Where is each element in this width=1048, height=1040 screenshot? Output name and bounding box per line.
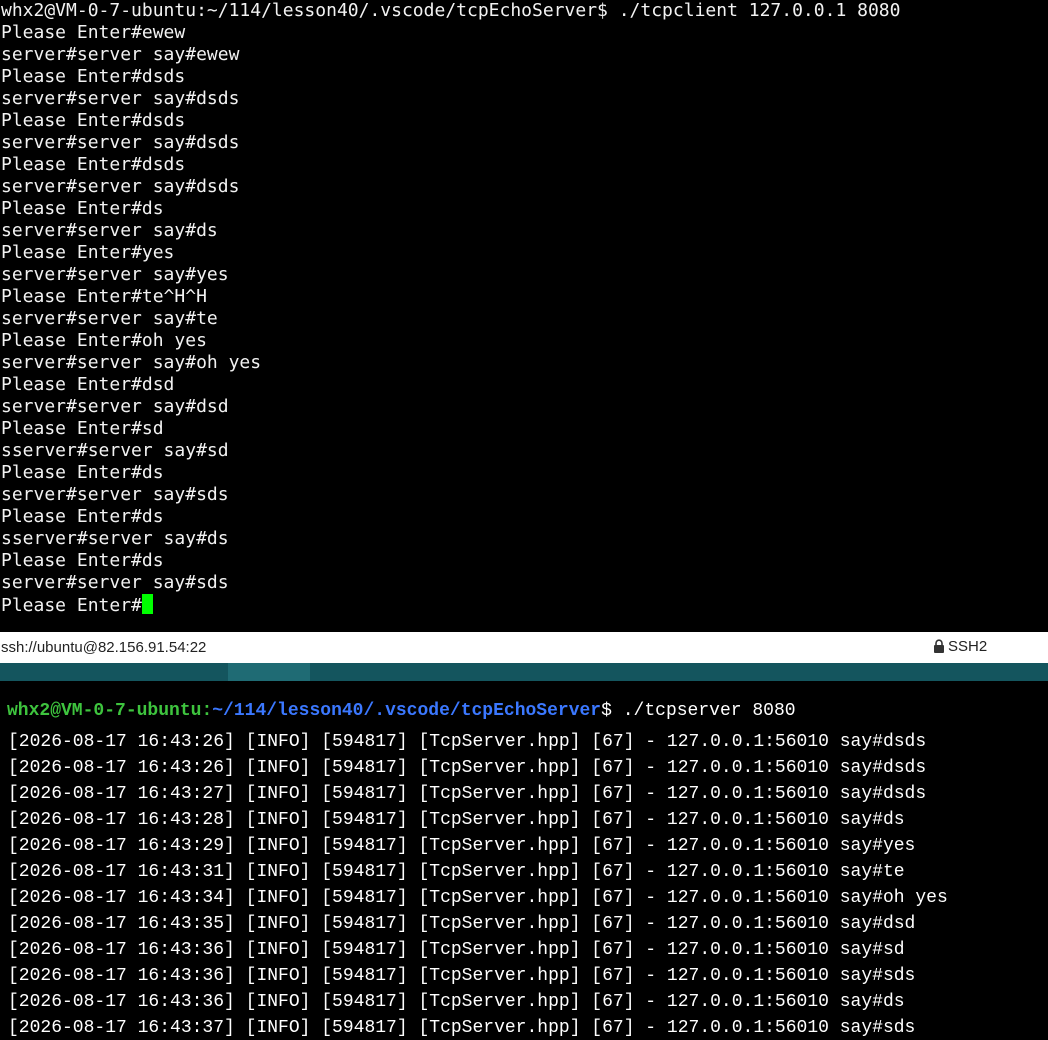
client-output-line: Please Enter#ds <box>1 462 164 483</box>
client-output-line: server#server say#dsds <box>1 88 240 109</box>
client-output-line: Please Enter#oh yes <box>1 330 207 351</box>
client-output-line: server#server say#oh yes <box>1 352 262 373</box>
server-log-line: [2026-08-17 16:43:29] [INFO] [594817] [T… <box>8 836 916 856</box>
client-output-line: server#server say#dsds <box>1 176 240 197</box>
client-output-line: Please Enter#sd <box>1 418 164 439</box>
server-log-line: [2026-08-17 16:43:31] [INFO] [594817] [T… <box>8 862 905 882</box>
client-output-line: server#server say#dsds <box>1 132 240 153</box>
client-current-prompt: Please Enter# <box>1 595 142 616</box>
server-log-line: [2026-08-17 16:43:27] [INFO] [594817] [T… <box>8 784 927 804</box>
server-log-line: [2026-08-17 16:43:36] [INFO] [594817] [T… <box>8 966 916 986</box>
pane-divider[interactable] <box>0 663 1048 681</box>
client-output-line: server#server say#sds <box>1 572 229 593</box>
client-terminal[interactable]: whx2@VM-0-7-ubuntu:~/114/lesson40/.vscod… <box>0 0 1048 632</box>
client-output-line: server#server say#yes <box>1 264 229 285</box>
client-output-line: Please Enter#ds <box>1 506 164 527</box>
client-output-line: Please Enter#dsds <box>1 66 186 87</box>
prompt-path: ~/114/lesson40/.vscode/tcpEchoServer <box>212 701 602 721</box>
client-output-line: Please Enter#dsd <box>1 374 175 395</box>
server-command: ./tcpserver 8080 <box>611 701 796 721</box>
client-output-line: server#server say#te <box>1 308 218 329</box>
session-status-bar: ssh://ubuntu@82.156.91.54:22 SSH2 <box>0 632 1048 663</box>
client-output-line: Please Enter#ewew <box>1 22 186 43</box>
client-output-line: whx2@VM-0-7-ubuntu:~/114/lesson40/.vscod… <box>1 0 901 21</box>
terminal-cursor <box>141 594 153 614</box>
client-output-line: sserver#server say#sd <box>1 440 229 461</box>
server-log-output: [2026-08-17 16:43:26] [INFO] [594817] [T… <box>8 729 948 1040</box>
client-output-line: Please Enter#ds <box>1 550 164 571</box>
client-output-line: server#server say#dsd <box>1 396 229 417</box>
server-log-line: [2026-08-17 16:43:34] [INFO] [594817] [T… <box>8 888 948 908</box>
protocol-indicator: SSH2 <box>933 638 987 655</box>
server-log-line: [2026-08-17 16:43:37] [INFO] [594817] [T… <box>8 1018 916 1038</box>
server-terminal[interactable]: whx2@VM-0-7-ubuntu:~/114/lesson40/.vscod… <box>0 681 1048 1040</box>
server-log-line: [2026-08-17 16:43:35] [INFO] [594817] [T… <box>8 914 916 934</box>
client-output-line: Please Enter#te^H^H <box>1 286 207 307</box>
client-output-line: Please Enter#ds <box>1 198 164 219</box>
server-log-line: [2026-08-17 16:43:28] [INFO] [594817] [T… <box>8 810 905 830</box>
client-output-line: server#server say#sds <box>1 484 229 505</box>
protocol-label: SSH2 <box>948 638 988 655</box>
client-output-line: Please Enter#dsds <box>1 110 186 131</box>
lock-icon <box>934 639 944 653</box>
client-current-line[interactable]: Please Enter# <box>0 594 1048 616</box>
client-output: whx2@VM-0-7-ubuntu:~/114/lesson40/.vscod… <box>0 0 1048 594</box>
server-log-line: [2026-08-17 16:43:26] [INFO] [594817] [T… <box>8 758 927 778</box>
prompt-dollar: $ <box>601 701 612 721</box>
server-log-line: [2026-08-17 16:43:26] [INFO] [594817] [T… <box>8 732 927 752</box>
server-prompt-line: whx2@VM-0-7-ubuntu:~/114/lesson40/.vscod… <box>7 701 796 721</box>
client-output-line: server#server say#ds <box>1 220 218 241</box>
connection-address: ssh://ubuntu@82.156.91.54:22 <box>1 639 207 656</box>
client-output-line: Please Enter#dsds <box>1 154 186 175</box>
server-log-line: [2026-08-17 16:43:36] [INFO] [594817] [T… <box>8 992 905 1012</box>
client-output-line: server#server say#ewew <box>1 44 240 65</box>
prompt-user: whx2@VM-0-7-ubuntu <box>7 701 202 721</box>
pane-divider-handle[interactable] <box>228 663 310 681</box>
server-log-line: [2026-08-17 16:43:36] [INFO] [594817] [T… <box>8 940 905 960</box>
client-output-line: sserver#server say#ds <box>1 528 229 549</box>
client-output-line: Please Enter#yes <box>1 242 175 263</box>
prompt-colon: : <box>201 701 213 721</box>
